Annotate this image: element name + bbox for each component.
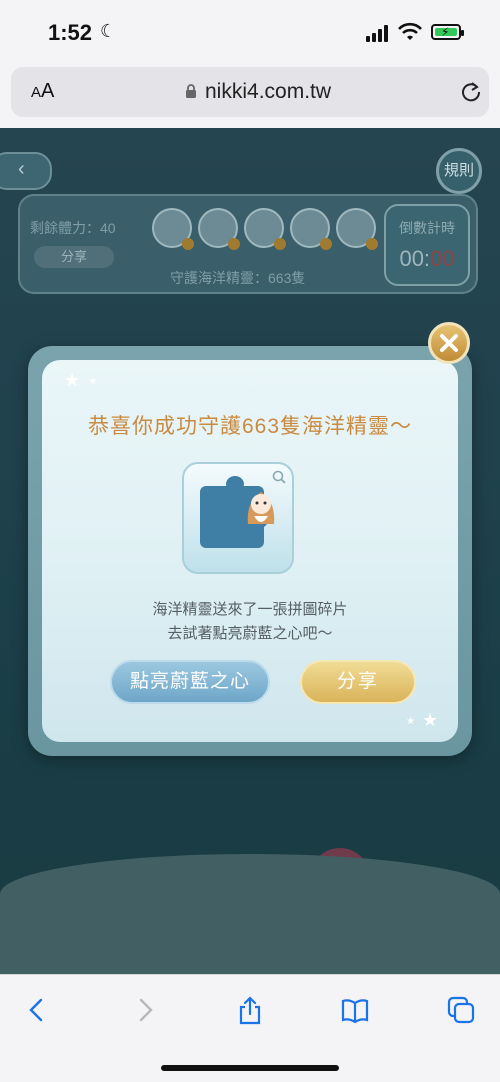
forward-arrow-icon[interactable] [130,995,160,1025]
moon-icon: ☾ [100,21,117,41]
game-back-button[interactable]: ‹ [0,152,52,190]
penguin-icon [336,208,378,250]
share-small-button[interactable]: 分享 [34,246,114,268]
dialog-title: 恭喜你成功守護663隻海洋精靈～ [87,415,413,438]
star-icon: ★ [422,710,439,730]
star-icon: ★ [64,370,81,390]
tabs-icon[interactable] [446,995,476,1025]
magnifier-icon[interactable] [272,470,286,484]
countdown-time: 00:00 [399,246,455,271]
back-arrow-icon[interactable] [22,995,52,1025]
status-panel: 剩餘體力：40 分享 守護海洋精靈：663隻 倒數計時 00:00 [18,194,478,294]
close-icon[interactable] [428,322,470,364]
share-icon[interactable] [235,995,265,1025]
reward-dialog: ★ ★ ★ ★ 恭喜你成功守護663隻海洋精靈～ 海洋精靈送來了一張拼圖碎片 去… [28,346,472,756]
lock-icon [186,84,196,98]
battery-charging-icon: ⚡ [431,24,464,40]
status-time: 1:52 [48,20,93,45]
light-azure-heart-button[interactable]: 點亮蔚藍之心 [110,660,270,704]
status-bar: 1:52 ☾ ⚡ [0,0,500,64]
dialog-message-line2: 去試著點亮蔚藍之心吧～ [167,625,333,642]
crab-icon [244,208,286,250]
countdown-label: 倒數計時 [399,220,455,236]
reward-dialog-content: ★ ★ ★ ★ 恭喜你成功守護663隻海洋精靈～ 海洋精靈送來了一張拼圖碎片 去… [42,360,458,742]
text-size-button[interactable]: AA [31,80,54,103]
star-icon: ★ [406,716,415,727]
seal-icon [152,208,194,250]
protect-count-text: 守護海洋精靈：663隻 [170,270,306,286]
countdown-timer: 倒數計時 00:00 [384,204,470,286]
walrus-icon [198,208,240,250]
share-button[interactable]: 分享 [300,660,416,704]
wifi-icon [398,22,422,40]
cellular-signal-icon [366,24,392,42]
dialog-message-line1: 海洋精靈送來了一張拼圖碎片 [152,601,348,618]
starfish-icon [290,208,332,250]
star-icon: ★ [88,376,97,387]
reload-icon[interactable] [459,79,483,103]
url-text[interactable]: nikki4.com.tw [205,80,331,104]
puzzle-piece-card[interactable] [182,462,294,574]
rules-button[interactable]: 規則 [436,148,482,194]
stamina-text: 剩餘體力：40 [30,220,116,236]
browser-address-area: AA nikki4.com.tw [0,64,500,128]
address-bar[interactable]: AA nikki4.com.tw [11,67,489,117]
bookmarks-icon[interactable] [340,995,370,1025]
home-indicator [161,1065,339,1071]
sea-spirit-icon [247,492,275,524]
